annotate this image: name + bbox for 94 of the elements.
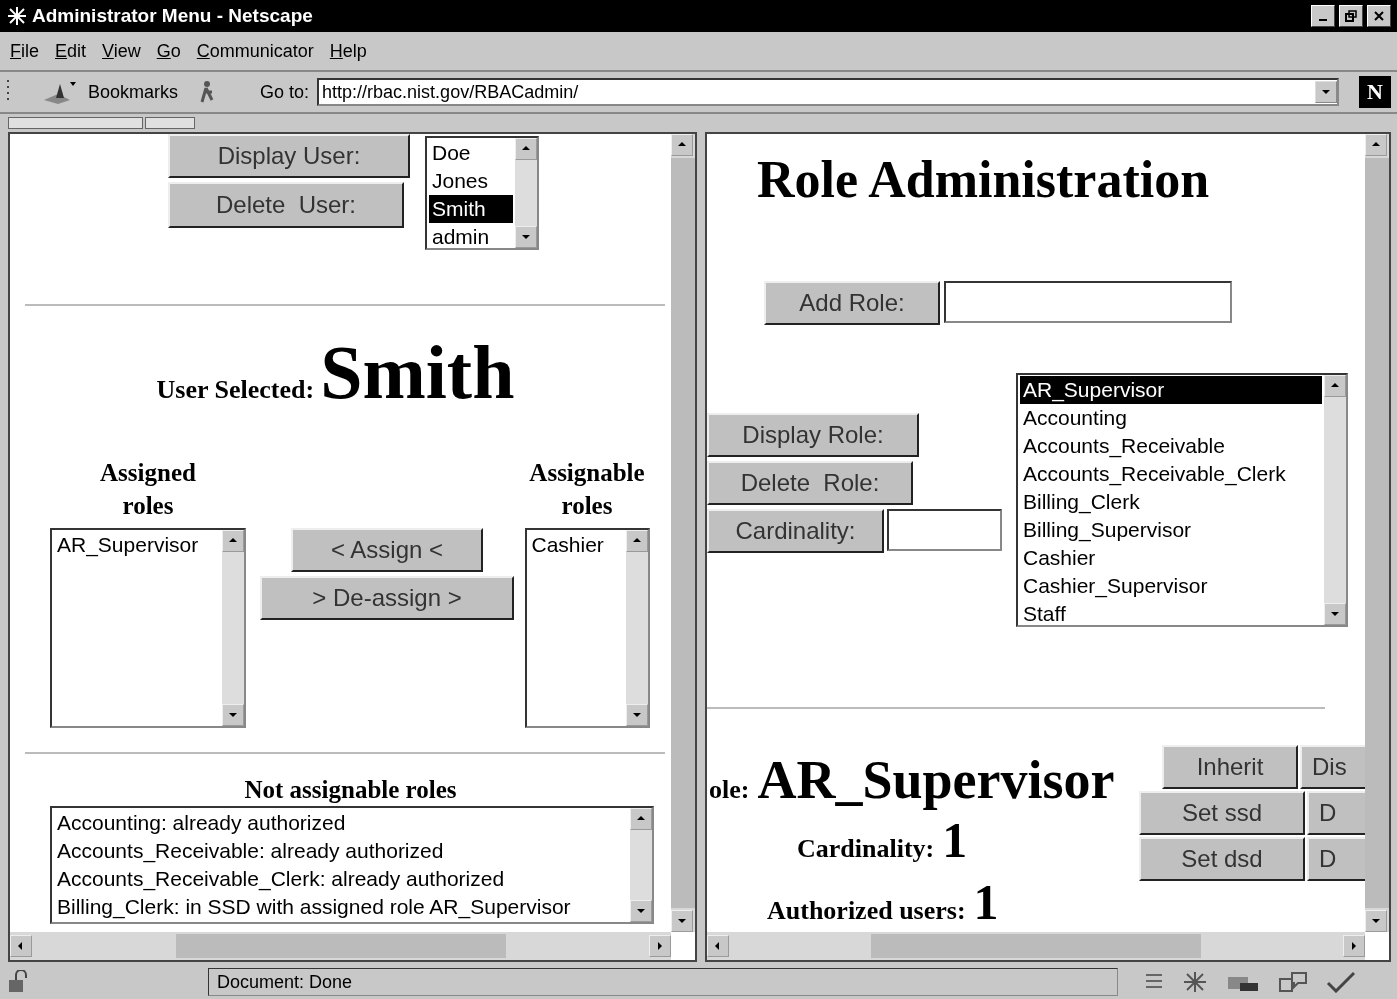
scroll-left-button[interactable] — [707, 935, 729, 957]
section-heading: Not assignable roles — [244, 776, 457, 803]
menu-item[interactable]: Help — [329, 40, 367, 62]
scroll-down-button[interactable] — [630, 900, 652, 922]
list-option[interactable]: Smith — [429, 195, 513, 223]
role-name: AR_Supervisor — [757, 751, 1115, 809]
role-action-button[interactable]: Dis — [1300, 745, 1365, 789]
display-role-button[interactable]: Display Role: — [707, 413, 919, 457]
spider-icon — [1182, 971, 1208, 993]
scroll-right-button[interactable] — [1343, 935, 1365, 957]
role-action-button[interactable]: Set dsd — [1139, 837, 1305, 881]
add-role-button[interactable]: Add Role: — [764, 281, 940, 325]
role-action-button[interactable]: Inherit — [1162, 745, 1298, 789]
url-field[interactable]: http://rbac.nist.gov/RBACadmin/ — [317, 78, 1339, 106]
collapse-tab[interactable] — [145, 117, 195, 129]
list-option[interactable]: Staff — [1020, 600, 1322, 625]
list-box[interactable]: Accounting: already authorized Accounts_Receivable: already authorized Accounts_Receivable_Clerk: already authorized Billing_Clerk: in SSD with assigned role AR_Supervisor — [50, 806, 654, 924]
list-option[interactable]: AR_Supervisor — [54, 531, 220, 559]
cardinality-button[interactable]: Cardinality: — [707, 509, 884, 553]
minimize-button[interactable] — [1311, 5, 1335, 27]
list-option[interactable]: Cashier — [528, 531, 624, 559]
menu-item[interactable]: View — [102, 40, 141, 62]
list-option[interactable]: Accounting — [1020, 404, 1322, 432]
scroll-left-button[interactable] — [10, 935, 32, 957]
user-selected-label: User Selected: — [156, 375, 315, 405]
role-action-button[interactable]: Set ssd — [1139, 791, 1305, 835]
close-button[interactable] — [1367, 5, 1391, 27]
user-action-button[interactable]: Display User: — [168, 134, 410, 178]
scroll-right-button[interactable] — [649, 935, 671, 957]
assign-button[interactable]: < Assign < — [291, 528, 483, 572]
scroll-down-button[interactable] — [222, 704, 244, 726]
list-option[interactable]: Jones — [429, 167, 513, 195]
page-heading: Role Administration — [757, 151, 1210, 208]
cardinality-value: 1 — [942, 811, 968, 869]
list-option[interactable]: Cashier — [1020, 544, 1322, 572]
browser-logo: N — [1359, 76, 1391, 108]
list-option[interactable]: Billing_Clerk — [1020, 488, 1322, 516]
menu-item[interactable]: Edit — [55, 40, 87, 62]
role-action-button[interactable]: D — [1307, 837, 1365, 881]
go-to-label: Go to: — [260, 81, 310, 103]
role-label: ole: — [709, 775, 750, 805]
cardinality-field[interactable] — [887, 509, 1002, 551]
list-option[interactable]: Accounting: already authorized — [54, 809, 628, 837]
restore-icon — [1345, 10, 1357, 22]
scroll-down-button[interactable] — [671, 910, 693, 932]
list-option[interactable]: Accounts_Receivable_Clerk — [1020, 460, 1322, 488]
scroll-up-button[interactable] — [515, 138, 537, 160]
authorized-users-label: Authorized users: — [767, 896, 966, 926]
list-box[interactable]: Cashier — [524, 528, 650, 728]
scroll-down-button[interactable] — [1365, 910, 1387, 932]
list-option[interactable]: Billing_Clerk: in SSD with assigned role AR_Supervisor — [54, 893, 628, 921]
list-option[interactable]: Accounts_Receivable_Clerk: already authorized — [54, 865, 628, 893]
list-box[interactable]: Doe Jones Smith admin — [425, 136, 539, 250]
window-title: Administrator Menu - Netscape — [32, 5, 314, 27]
list-option[interactable]: Doe — [429, 139, 513, 167]
list-option[interactable]: Accounts_Receivable — [1020, 432, 1322, 460]
scroll-up-button[interactable] — [222, 530, 244, 552]
scroll-up-button[interactable] — [671, 134, 693, 156]
authorized-users-value: 1 — [973, 873, 999, 931]
user-action-button[interactable]: Delete User: — [168, 182, 404, 228]
delete-role-button[interactable]: Delete Role: — [707, 461, 913, 505]
list-option[interactable]: AR_Supervisor — [1020, 376, 1322, 404]
selected-user-name: Smith — [320, 332, 515, 412]
role-action-button[interactable]: D — [1307, 791, 1365, 835]
scroll-down-button[interactable] — [1324, 603, 1346, 625]
menu-item[interactable]: File — [10, 40, 39, 62]
scroll-up-button[interactable] — [630, 808, 652, 830]
list-box[interactable]: AR_Supervisor — [50, 528, 246, 728]
column-heading: Assigned roles — [99, 458, 197, 521]
scroll-down-button[interactable] — [625, 704, 648, 726]
deassign-button[interactable]: > De-assign > — [260, 576, 514, 620]
list-option[interactable]: Cashier_Supervisor — [1020, 572, 1322, 600]
scroll-up-button[interactable] — [1324, 375, 1346, 397]
list-option[interactable]: admin — [429, 223, 513, 248]
cardinality-label: Cardinality: — [797, 834, 935, 864]
list-option[interactable]: Accounts_Receivable: already authorized — [54, 837, 628, 865]
collapse-tab[interactable] — [8, 117, 143, 129]
minimize-icon — [1319, 19, 1327, 21]
close-icon — [1373, 10, 1385, 22]
bookmarks-button[interactable]: Bookmarks — [88, 81, 179, 103]
scroll-up-button[interactable] — [1365, 134, 1387, 156]
menu-item[interactable]: Communicator — [196, 40, 314, 62]
scroll-down-button[interactable] — [515, 226, 537, 248]
scroll-up-button[interactable] — [625, 530, 648, 552]
restore-button[interactable] — [1339, 5, 1363, 27]
chat-icon — [1278, 971, 1308, 993]
spider-logo-icon — [6, 5, 28, 27]
role-name-field[interactable] — [944, 281, 1232, 323]
dropdown-button[interactable] — [1315, 81, 1337, 103]
column-heading: Assignable roles — [528, 458, 646, 521]
list-option[interactable]: Billing_Supervisor — [1020, 516, 1322, 544]
list-box[interactable]: AR_Supervisor Accounting Accounts_Receivable Accounts_Receivable_Clerk Billing_Clerk Billing_Supervisor Cashier Cashier_Supervisor Staff — [1016, 373, 1348, 627]
menu-item[interactable]: Go — [156, 40, 181, 62]
status-text: Document: Done — [217, 971, 353, 993]
